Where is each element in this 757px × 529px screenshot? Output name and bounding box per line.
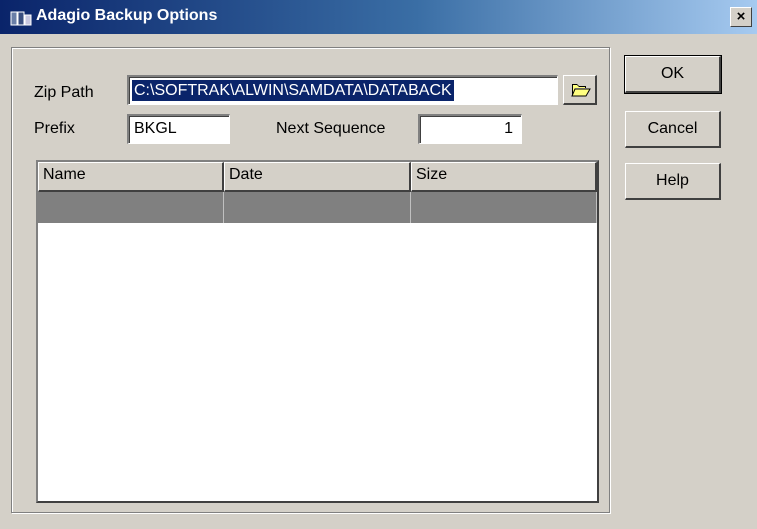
ok-button-label: OK: [660, 65, 685, 82]
prefix-label: Prefix: [34, 120, 75, 137]
prefix-value: BKGL: [134, 120, 177, 137]
zip-path-value: C:\SOFTRAK\ALWIN\SAMDATA\DATABACK: [132, 80, 454, 101]
next-sequence-value: 1: [504, 120, 513, 137]
help-button-label: Help: [656, 172, 689, 189]
table-cell: [411, 192, 597, 223]
cancel-button[interactable]: Cancel: [625, 111, 721, 148]
close-button[interactable]: ×: [730, 7, 752, 27]
folder-open-icon: [571, 81, 591, 103]
help-button[interactable]: Help: [625, 163, 721, 200]
app-icon: [10, 9, 32, 27]
ok-button[interactable]: OK: [624, 55, 722, 94]
column-header-size[interactable]: Size: [411, 162, 597, 192]
column-header-date[interactable]: Date: [224, 162, 411, 192]
column-header-name[interactable]: Name: [38, 162, 224, 192]
cancel-button-label: Cancel: [647, 120, 698, 137]
next-sequence-input[interactable]: 1: [418, 114, 522, 144]
close-icon: ×: [736, 8, 746, 25]
title-bar[interactable]: Adagio Backup Options ×: [0, 0, 757, 34]
table-cell: [38, 192, 224, 223]
next-sequence-label: Next Sequence: [276, 120, 386, 137]
window-title: Adagio Backup Options: [36, 7, 218, 24]
browse-folder-button[interactable]: [563, 75, 597, 105]
zip-path-label: Zip Path: [34, 84, 94, 101]
table-row[interactable]: [38, 192, 597, 223]
list-header: Name Date Size: [38, 162, 597, 192]
prefix-input[interactable]: BKGL: [127, 114, 230, 144]
backup-file-list[interactable]: Name Date Size: [36, 160, 599, 503]
table-cell: [224, 192, 411, 223]
zip-path-input[interactable]: C:\SOFTRAK\ALWIN\SAMDATA\DATABACK: [127, 75, 558, 105]
